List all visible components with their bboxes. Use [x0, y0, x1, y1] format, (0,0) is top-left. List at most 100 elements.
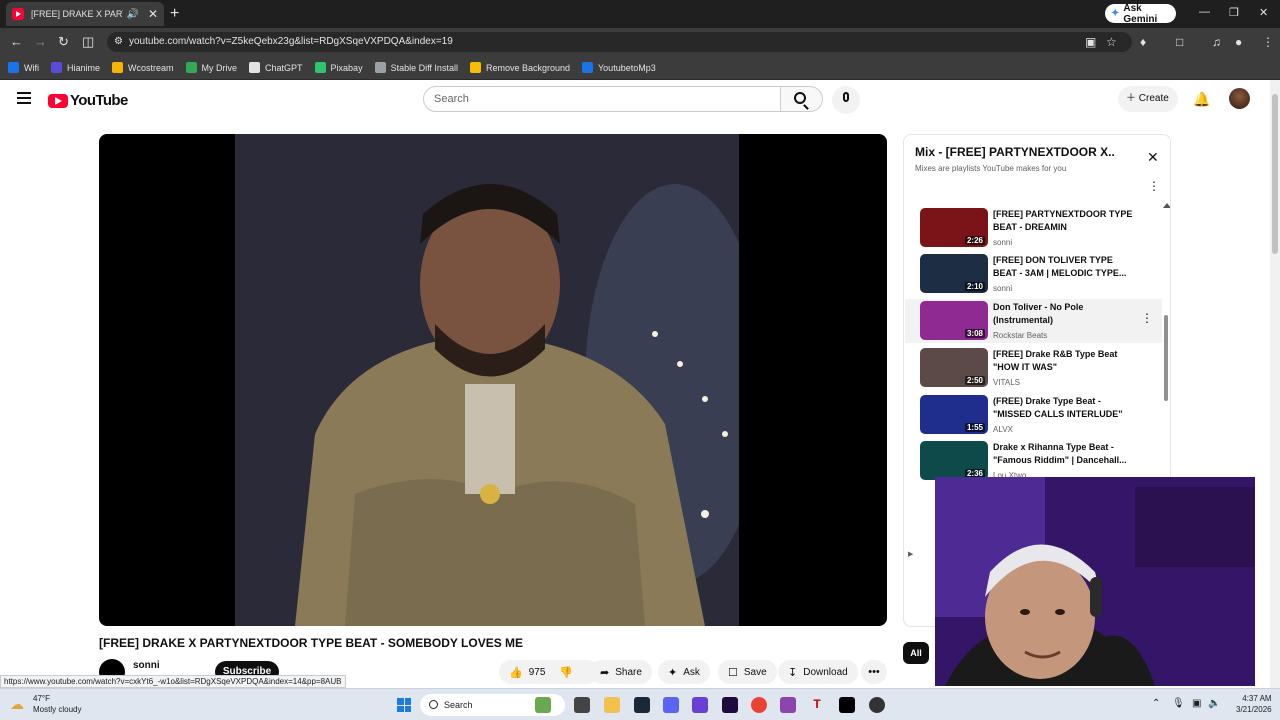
- save-button[interactable]: ☐ Save: [718, 660, 777, 684]
- webcam-overlay: [935, 477, 1255, 686]
- video-frame: [235, 134, 739, 626]
- screenshot-icon[interactable]: □: [1176, 35, 1183, 49]
- gemini-sparkle-icon: ✦: [1111, 8, 1120, 19]
- forward-icon[interactable]: →: [34, 34, 47, 49]
- duration-badge: 3:08: [964, 329, 985, 338]
- profile-icon[interactable]: ●: [1235, 35, 1242, 49]
- new-tab-button[interactable]: +: [170, 5, 179, 23]
- youtube-logo[interactable]: YouTube: [48, 92, 128, 109]
- windows-start-icon[interactable]: [397, 698, 411, 712]
- download-button[interactable]: ↧ Download: [778, 660, 858, 684]
- split-view-icon[interactable]: ◫: [82, 34, 94, 50]
- share-button[interactable]: ➦ Share: [590, 660, 652, 684]
- bookmark-chatgpt[interactable]: ChatGPT: [249, 62, 303, 73]
- voice-search-button[interactable]: [832, 86, 860, 114]
- weather-cloud-icon[interactable]: ☁: [10, 696, 24, 713]
- channel-name[interactable]: sonni: [133, 660, 160, 671]
- browser-tab-active[interactable]: [FREE] DRAKE X PARTYNEXTDOOR TYPE BEAT -…: [6, 2, 164, 26]
- playlist-title[interactable]: Mix - [FREE] PARTYNEXTDOOR X...: [915, 145, 1115, 159]
- scroll-up-arrow-icon[interactable]: [1163, 203, 1170, 208]
- chip-all[interactable]: All: [903, 642, 929, 664]
- page-scrollbar[interactable]: [1270, 80, 1280, 688]
- obs-icon[interactable]: [869, 697, 885, 713]
- url-field[interactable]: ⚙ youtube.com/watch?v=Z5keQebx23g&list=R…: [107, 32, 1132, 52]
- task-view-icon[interactable]: [574, 697, 590, 713]
- page-scrollbar-thumb[interactable]: [1272, 94, 1278, 254]
- search-button[interactable]: [781, 86, 823, 112]
- bookmark-stable-diff[interactable]: Stable Diff Install: [374, 62, 458, 73]
- youtubetomp3-bookmark-icon: [582, 62, 593, 73]
- taskbar-widget-icon[interactable]: [535, 697, 551, 713]
- account-avatar[interactable]: [1229, 88, 1250, 109]
- search-input[interactable]: Search: [423, 86, 781, 112]
- youtube-favicon-icon: [12, 8, 24, 20]
- app-grid-icon[interactable]: [692, 697, 708, 713]
- ask-gemini-button[interactable]: ✦ Ask Gemini: [1105, 3, 1176, 25]
- close-tab-icon[interactable]: ✕: [148, 7, 158, 21]
- bookmark-hianime[interactable]: Hianime: [51, 62, 100, 73]
- hamburger-menu-icon[interactable]: [17, 92, 31, 104]
- system-clock[interactable]: 4:37 AM 3/21/2026: [1236, 693, 1272, 715]
- playlist-item-title: [FREE] PARTYNEXTDOOR TYPE BEAT - DREAMIN: [993, 209, 1133, 232]
- reload-icon[interactable]: ↻: [58, 34, 69, 50]
- folder-bookmark-icon: [469, 62, 481, 73]
- extensions-icon[interactable]: ♦: [1140, 35, 1146, 49]
- youtube-play-icon: [48, 93, 68, 108]
- volume-tray-icon[interactable]: 🔈: [1208, 698, 1220, 709]
- microphone-tray-icon[interactable]: 🎙: [1172, 698, 1185, 709]
- app-icon[interactable]: [780, 697, 796, 713]
- window-close-icon[interactable]: ✕: [1259, 6, 1268, 19]
- bookmark-icon: ☐: [728, 666, 738, 679]
- back-icon[interactable]: ←: [10, 34, 23, 49]
- thumbs-up-icon[interactable]: 👍: [509, 666, 523, 679]
- display-tray-icon[interactable]: ▣: [1192, 698, 1201, 709]
- playlist-item-hovered[interactable]: 3:08 Don Toliver - No Pole (Instrumental…: [905, 299, 1162, 343]
- restore-icon[interactable]: ❐: [1229, 6, 1239, 19]
- file-explorer-icon[interactable]: [604, 697, 620, 713]
- playlist-scrollbar[interactable]: [1164, 315, 1168, 401]
- thumbs-down-icon[interactable]: 👎: [559, 666, 573, 679]
- bookmark-wifi[interactable]: Wifi: [8, 62, 39, 73]
- share-icon: ➦: [600, 666, 610, 679]
- sparkle-icon: ✦: [668, 666, 678, 679]
- duration-badge: 2:26: [964, 236, 985, 245]
- bookmark-star-icon[interactable]: ☆: [1106, 35, 1117, 49]
- bookmark-wcostream[interactable]: Wcostream: [112, 62, 174, 73]
- install-app-icon[interactable]: ▣: [1085, 35, 1096, 49]
- playlist-item[interactable]: 2:10 [FREE] DON TOLIVER TYPE BEAT - 3AM …: [905, 252, 1162, 296]
- more-actions-button[interactable]: •••: [861, 660, 887, 684]
- playlist-item[interactable]: 2:50 [FREE] Drake R&B Type Beat "HOW IT …: [905, 346, 1162, 390]
- video-player[interactable]: [99, 134, 887, 626]
- tray-overflow-icon[interactable]: ⌃: [1152, 698, 1160, 709]
- weather-temperature[interactable]: 47°F: [33, 694, 50, 703]
- playlist-item[interactable]: 2:26 [FREE] PARTYNEXTDOOR TYPE BEAT - DR…: [905, 206, 1162, 250]
- speaker-icon[interactable]: 🔊: [126, 9, 138, 20]
- bookmark-youtubetomp3[interactable]: YoutubetoMp3: [582, 62, 656, 73]
- close-playlist-icon[interactable]: ✕: [1147, 149, 1159, 166]
- minimize-icon[interactable]: —: [1199, 6, 1210, 18]
- wifi-bookmark-icon: [8, 62, 19, 73]
- steam-icon[interactable]: [634, 697, 650, 713]
- playlist-menu-icon[interactable]: ⋮: [1148, 179, 1160, 193]
- notifications-bell-icon[interactable]: 🔔: [1193, 91, 1210, 108]
- playlist-item[interactable]: 1:55 (FREE) Drake Type Beat - "MISSED CA…: [905, 393, 1162, 437]
- like-count[interactable]: 975: [529, 667, 546, 678]
- microphone-icon: [843, 92, 849, 102]
- chrome-icon[interactable]: [751, 697, 767, 713]
- bookmark-remove-background[interactable]: Remove Background: [469, 62, 570, 73]
- tiktok-icon[interactable]: [839, 697, 855, 713]
- t-app-icon[interactable]: T: [809, 697, 825, 713]
- discord-icon[interactable]: [663, 697, 679, 713]
- item-menu-icon[interactable]: ⋮: [1141, 311, 1153, 325]
- chrome-menu-icon[interactable]: ⋮: [1262, 35, 1274, 49]
- bookmark-my-drive[interactable]: My Drive: [185, 62, 237, 73]
- drive-bookmark-icon: [185, 62, 197, 73]
- premiere-pro-icon[interactable]: [722, 697, 738, 713]
- ask-button[interactable]: ✦ Ask: [658, 660, 710, 684]
- bookmark-pixabay[interactable]: Pixabay: [314, 62, 363, 73]
- site-info-icon[interactable]: ⚙: [114, 32, 123, 52]
- weather-description[interactable]: Mostly cloudy: [33, 705, 81, 714]
- pixabay-bookmark-icon: [314, 62, 326, 73]
- create-button[interactable]: ＋ Create: [1118, 86, 1178, 112]
- media-controls-icon[interactable]: ♫: [1212, 35, 1221, 49]
